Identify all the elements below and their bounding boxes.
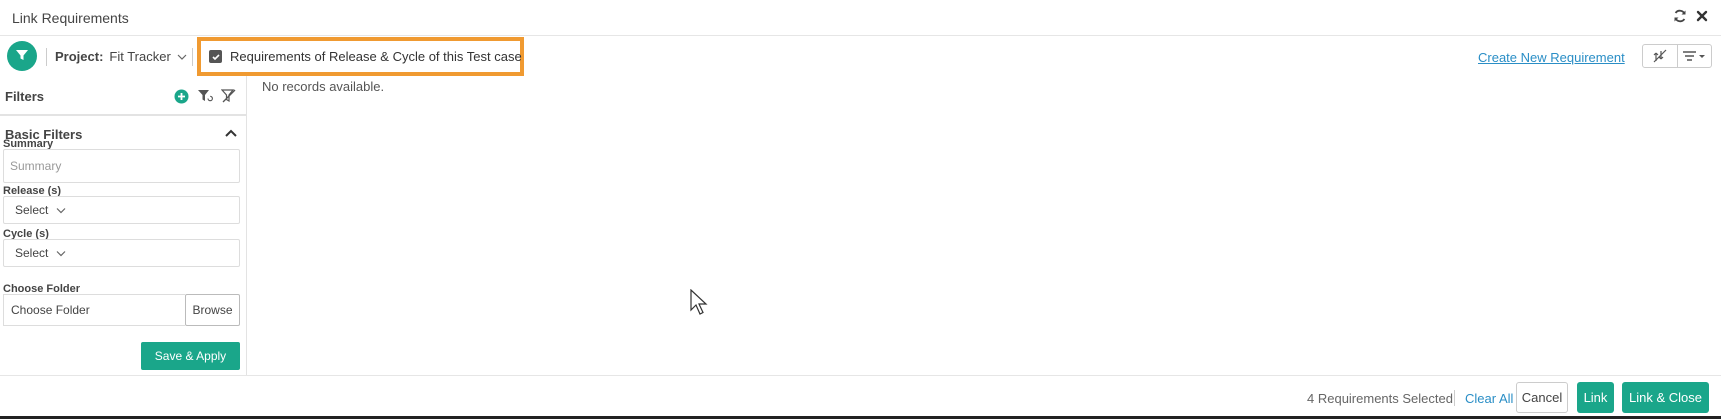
dialog-titlebar: Link Requirements — [0, 0, 1721, 36]
chevron-up-icon[interactable] — [225, 126, 237, 141]
filter-toggle-button[interactable] — [7, 41, 37, 71]
filter-icon — [15, 48, 29, 65]
save-apply-button[interactable]: Save & Apply — [141, 342, 240, 370]
chevron-down-icon — [56, 246, 66, 260]
release-cycle-checkbox[interactable]: Requirements of Release & Cycle of this … — [209, 49, 522, 64]
project-value: Fit Tracker — [109, 49, 171, 64]
link-close-button[interactable]: Link & Close — [1622, 382, 1709, 413]
clear-filter-icon[interactable] — [221, 88, 237, 104]
release-cycle-checkbox-label: Requirements of Release & Cycle of this … — [230, 49, 522, 64]
toolbar: Project: Fit Tracker Requirements of Rel… — [0, 36, 1721, 76]
cancel-button[interactable]: Cancel — [1516, 382, 1568, 413]
chevron-down-icon — [177, 49, 187, 64]
empty-message: No records available. — [262, 79, 385, 94]
checkbox-checked-icon — [209, 50, 222, 63]
mouse-cursor-icon — [690, 288, 708, 318]
add-filter-icon[interactable] — [173, 88, 189, 104]
reset-filter-icon[interactable] — [197, 88, 213, 104]
filters-title: Filters — [5, 89, 45, 104]
folder-input[interactable]: Choose Folder — [3, 294, 185, 326]
dialog-title: Link Requirements — [12, 10, 129, 26]
refresh-icon[interactable] — [1673, 7, 1687, 25]
release-select-value: Select — [15, 203, 49, 217]
chevron-down-icon — [56, 203, 66, 217]
dialog-footer: 4 Requirements Selected Clear All Cancel… — [0, 375, 1721, 419]
project-label: Project: — [55, 49, 104, 64]
clear-all-link[interactable]: Clear All — [1465, 391, 1513, 406]
divider — [192, 48, 193, 66]
cycle-select-value: Select — [15, 246, 49, 260]
grid-tools — [1642, 44, 1712, 68]
close-icon[interactable] — [1695, 7, 1709, 25]
summary-input[interactable]: Summary — [3, 149, 240, 183]
column-filter-icon[interactable] — [1676, 45, 1712, 67]
divider — [1454, 390, 1455, 406]
folder-picker: Choose Folder Browse — [3, 294, 240, 326]
filters-header: Filters — [0, 76, 246, 116]
browse-button[interactable]: Browse — [185, 294, 240, 326]
selected-count: 4 Requirements Selected — [1307, 391, 1453, 406]
release-select[interactable]: Select — [3, 196, 240, 224]
cycle-select[interactable]: Select — [3, 239, 240, 267]
clear-sort-icon[interactable] — [1643, 45, 1677, 67]
link-button[interactable]: Link — [1577, 382, 1614, 413]
create-new-requirement-link[interactable]: Create New Requirement — [1478, 50, 1625, 65]
filters-sidebar: Filters Basic Filters Summary Summary Re… — [0, 76, 247, 376]
divider — [46, 48, 47, 66]
project-selector[interactable]: Project: Fit Tracker — [55, 49, 187, 64]
